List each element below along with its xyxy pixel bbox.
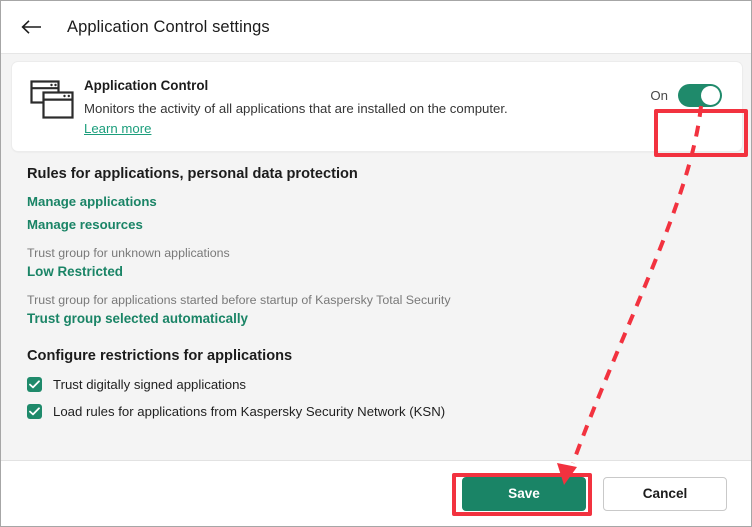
checkbox-label-load-ksn-rules: Load rules for applications from Kaspers… [53, 404, 446, 419]
trust-group-unknown-field: Trust group for unknown applications Low… [27, 246, 667, 279]
card-description: Monitors the activity of all application… [84, 101, 508, 117]
application-control-toggle[interactable] [678, 84, 722, 107]
checkbox-row-load-ksn-rules[interactable]: Load rules for applications from Kaspers… [27, 404, 667, 419]
application-control-card: Application Control Monitors the activit… [12, 62, 742, 151]
checkmark-icon[interactable] [27, 404, 42, 419]
cancel-button[interactable]: Cancel [603, 476, 727, 511]
manage-applications-link[interactable]: Manage applications [27, 194, 667, 209]
checkmark-icon[interactable] [27, 377, 42, 392]
card-title: Application Control [84, 78, 209, 93]
trust-group-startup-field: Trust group for applications started bef… [27, 293, 667, 326]
restrictions-section-heading: Configure restrictions for applications [27, 348, 293, 364]
back-arrow-icon [21, 19, 43, 35]
manage-resources-link[interactable]: Manage resources [27, 217, 667, 232]
rules-section-heading: Rules for applications, personal data pr… [27, 166, 358, 182]
footer-bar: Save Cancel [1, 460, 751, 526]
settings-body: Application Control Monitors the activit… [1, 54, 751, 460]
learn-more-link[interactable]: Learn more [84, 121, 151, 136]
card-text-block: Application Control Monitors the activit… [76, 78, 650, 138]
toggle-state-label: On [650, 88, 668, 103]
application-windows-icon [30, 80, 76, 120]
trust-group-startup-value[interactable]: Trust group selected automatically [27, 311, 667, 326]
back-button[interactable] [19, 14, 45, 40]
settings-section: Rules for applications, personal data pr… [27, 166, 667, 431]
trust-group-startup-label: Trust group for applications started bef… [27, 293, 451, 307]
application-control-toggle-group: On [650, 84, 722, 107]
save-button[interactable]: Save [462, 476, 586, 511]
trust-group-unknown-value[interactable]: Low Restricted [27, 264, 667, 279]
trust-group-unknown-label: Trust group for unknown applications [27, 246, 230, 260]
checkbox-label-trust-signed: Trust digitally signed applications [53, 377, 247, 392]
checkbox-row-trust-signed[interactable]: Trust digitally signed applications [27, 377, 667, 392]
title-bar: Application Control settings [1, 1, 751, 54]
toggle-knob [701, 86, 720, 105]
page-title: Application Control settings [67, 17, 270, 36]
settings-window: Application Control settings Application… [0, 0, 752, 527]
